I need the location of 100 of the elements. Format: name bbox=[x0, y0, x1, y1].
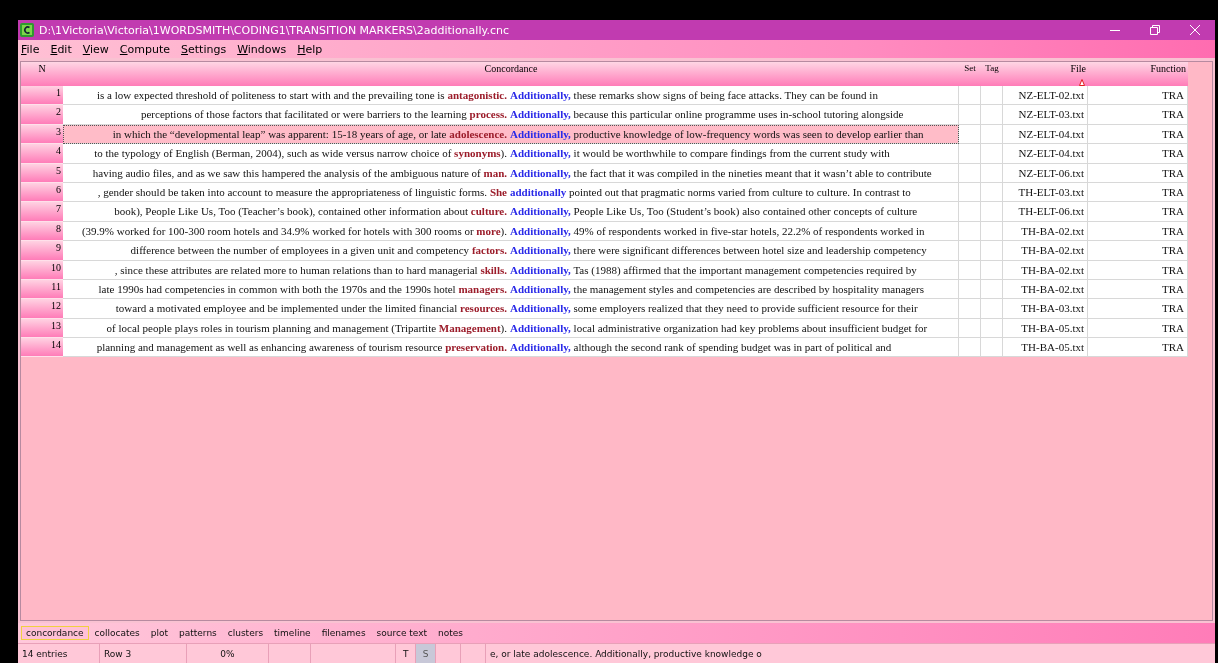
menu-item[interactable]: File bbox=[21, 42, 40, 56]
table-cell bbox=[981, 105, 1003, 125]
row-number: 2 bbox=[21, 105, 63, 125]
tab[interactable]: source text bbox=[371, 626, 433, 640]
table-cell: TRA bbox=[1088, 163, 1188, 183]
table-cell bbox=[959, 260, 981, 280]
table-cell: TH-BA-05.txt bbox=[1003, 338, 1088, 358]
table-cell bbox=[981, 124, 1003, 145]
status-text: Row 3 bbox=[100, 644, 187, 663]
row-number: 4 bbox=[21, 144, 63, 164]
table-cell: TRA bbox=[1088, 338, 1188, 358]
table-cell: NZ-ELT-06.txt bbox=[1003, 163, 1088, 183]
row-number: 14 bbox=[21, 338, 63, 358]
table-cell: TRA bbox=[1088, 182, 1188, 203]
menu-item[interactable]: Settings bbox=[181, 42, 227, 56]
row-number: 9 bbox=[21, 241, 63, 261]
table-cell: TRA bbox=[1088, 105, 1188, 125]
table-cell bbox=[981, 299, 1003, 319]
header-cell[interactable]: Concordance bbox=[63, 62, 959, 86]
tab[interactable]: clusters bbox=[222, 626, 269, 640]
table-cell: NZ-ELT-04.txt bbox=[1003, 124, 1088, 145]
menu-item[interactable]: Compute bbox=[119, 42, 171, 56]
table-cell: TRA bbox=[1088, 221, 1188, 242]
row-number: 7 bbox=[21, 202, 63, 222]
column-header[interactable]: Concordance bbox=[484, 63, 538, 74]
tab[interactable]: timeline bbox=[269, 626, 316, 640]
table-cell bbox=[959, 221, 981, 242]
menu-item[interactable]: View bbox=[82, 42, 109, 56]
table-cell: TH-ELT-06.txt bbox=[1003, 202, 1088, 222]
table-cell: TRA bbox=[1088, 260, 1188, 280]
header-cell[interactable]: N bbox=[21, 62, 63, 86]
app-icon bbox=[20, 23, 34, 37]
table-cell bbox=[981, 182, 1003, 203]
table-cell bbox=[959, 163, 981, 183]
status-button[interactable]: S bbox=[416, 644, 436, 663]
table-cell bbox=[959, 318, 981, 339]
table-cell bbox=[981, 202, 1003, 222]
row-number: 5 bbox=[21, 163, 63, 183]
tab[interactable]: notes bbox=[433, 626, 469, 640]
header-cell[interactable]: Tag bbox=[981, 62, 1003, 86]
status-text: e, or late adolescence. Additionally, productive knowledge o bbox=[489, 647, 763, 661]
table-cell bbox=[959, 144, 981, 164]
table-cell bbox=[959, 86, 981, 106]
table-cell: NZ-ELT-02.txt bbox=[1003, 86, 1088, 106]
table-cell bbox=[981, 221, 1003, 242]
column-header[interactable]: Set bbox=[964, 63, 976, 73]
menu-item[interactable]: Edit bbox=[50, 42, 72, 56]
table-cell: TRA bbox=[1088, 279, 1188, 300]
tab[interactable]: filenames bbox=[316, 626, 371, 640]
table-cell bbox=[959, 241, 981, 261]
menu-item[interactable]: Windows bbox=[237, 42, 287, 56]
table-cell: TRA bbox=[1088, 202, 1188, 222]
table-cell: TH-ELT-03.txt bbox=[1003, 182, 1088, 203]
row-number: 8 bbox=[21, 221, 63, 242]
table-cell bbox=[981, 260, 1003, 280]
header-cell[interactable]: File bbox=[1003, 62, 1088, 86]
table-cell: TH-BA-02.txt bbox=[1003, 279, 1088, 300]
table-cell: TH-BA-02.txt bbox=[1003, 241, 1088, 261]
table-cell bbox=[981, 86, 1003, 106]
header-cell[interactable]: Set bbox=[959, 62, 981, 86]
row-number: 6 bbox=[21, 182, 63, 203]
table-cell: TH-BA-05.txt bbox=[1003, 318, 1088, 339]
column-header[interactable]: Tag bbox=[985, 63, 999, 73]
table-cell: TRA bbox=[1088, 299, 1188, 319]
table-cell: TRA bbox=[1088, 124, 1188, 145]
table-cell bbox=[981, 318, 1003, 339]
menu-item[interactable]: Help bbox=[297, 42, 323, 56]
column-header[interactable]: Function bbox=[1150, 63, 1186, 74]
status-text: 14 entries bbox=[18, 644, 100, 663]
table-cell: TRA bbox=[1088, 144, 1188, 164]
table-cell: TRA bbox=[1088, 318, 1188, 339]
table-cell bbox=[981, 241, 1003, 261]
table-cell bbox=[959, 182, 981, 203]
row-number: 1 bbox=[21, 86, 63, 106]
restore-icon[interactable] bbox=[1150, 25, 1160, 35]
table-cell: NZ-ELT-04.txt bbox=[1003, 144, 1088, 164]
table-cell bbox=[959, 299, 981, 319]
tab[interactable]: plot bbox=[145, 626, 173, 640]
row-number: 3 bbox=[21, 124, 63, 145]
tab[interactable]: patterns bbox=[174, 626, 222, 640]
table-cell: TH-BA-02.txt bbox=[1003, 260, 1088, 280]
header-cell[interactable]: Function bbox=[1088, 62, 1188, 86]
close-icon[interactable] bbox=[1190, 25, 1200, 35]
table-cell: TRA bbox=[1088, 86, 1188, 106]
table-cell bbox=[959, 124, 981, 145]
column-header[interactable]: File bbox=[1070, 63, 1086, 74]
table-cell: TH-BA-02.txt bbox=[1003, 221, 1088, 242]
row-number: 13 bbox=[21, 318, 63, 339]
table-cell bbox=[959, 338, 981, 358]
table-cell bbox=[959, 279, 981, 300]
column-header[interactable]: N bbox=[38, 63, 46, 74]
window-title: D:\1Victoria\Victoria\1WORDSMITH\CODING1\TRANSITION MARKERS\2additionally.cnc bbox=[39, 23, 509, 37]
status-text: 0% bbox=[187, 644, 269, 663]
tab[interactable]: collocates bbox=[89, 626, 145, 640]
table-cell bbox=[981, 144, 1003, 164]
table-cell bbox=[959, 105, 981, 125]
row-number: 11 bbox=[21, 279, 63, 300]
table-cell: TH-BA-03.txt bbox=[1003, 299, 1088, 319]
tab[interactable]: concordance bbox=[21, 626, 89, 640]
table-cell bbox=[981, 279, 1003, 300]
